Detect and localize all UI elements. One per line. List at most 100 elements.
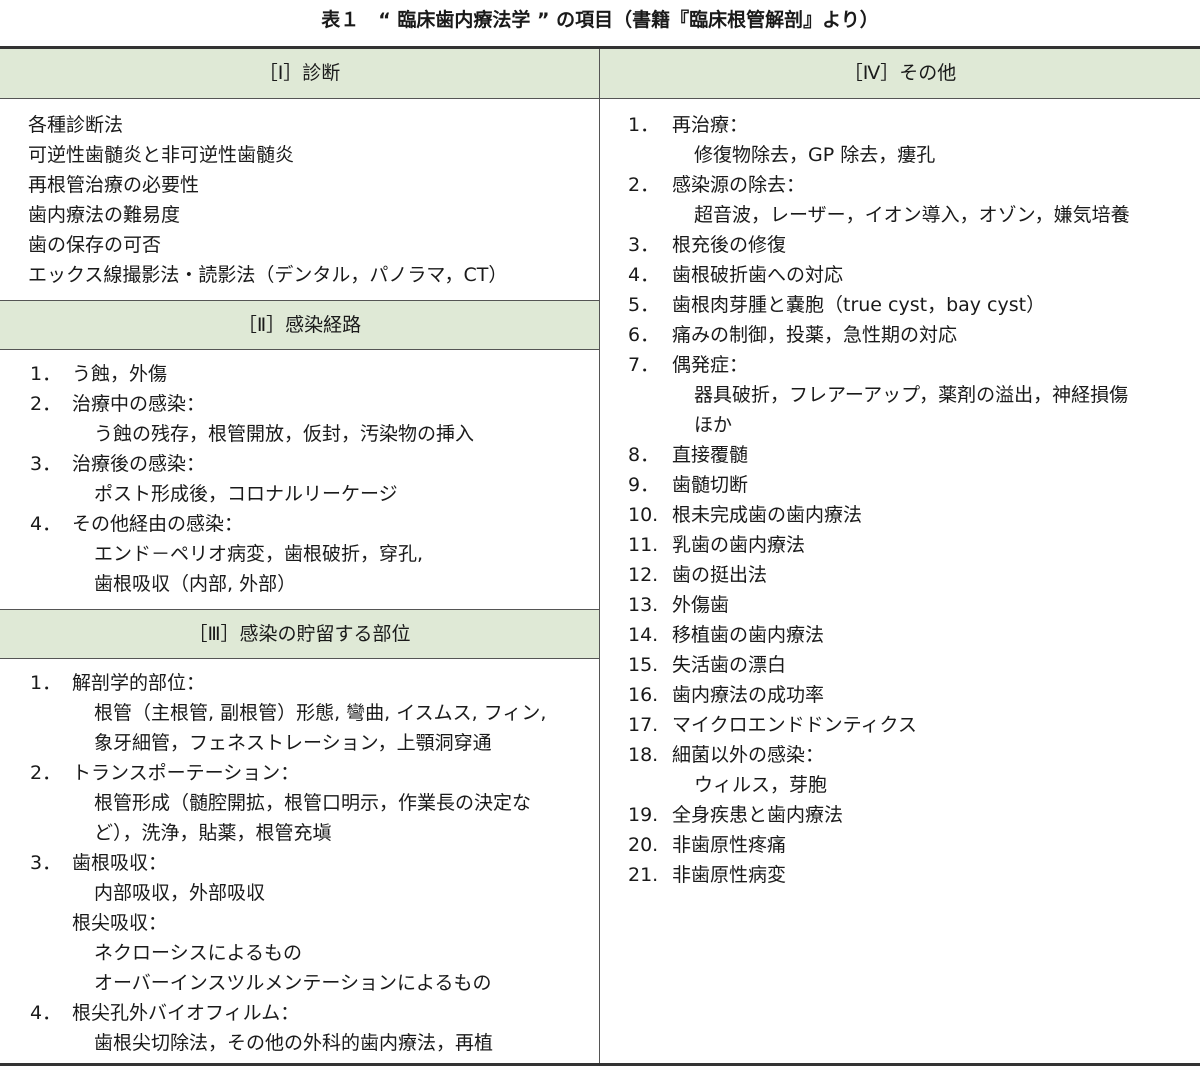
item-number: 7． (628, 354, 660, 376)
section-header-infection-site: ［Ⅲ］感染の貯留する部位 (0, 609, 599, 659)
sub-item: ど），洗浄，貼薬，根管充塡 (94, 822, 332, 844)
section-body-other: 1． 再治療： 修復物除去，GP 除去，瘻孔 2． 感染源の除去： 超音波，レーザー，イオ… (600, 110, 1200, 890)
list-item: 1． う蝕，外傷 (0, 359, 599, 389)
list-item: エックス線撮影法・読影法（デンタル，パノラマ，CT） (28, 264, 508, 286)
item-label: 治療後の感染： (72, 453, 206, 475)
list-item: 1． 解剖学的部位： (0, 668, 599, 698)
item-label: 直接覆髄 (672, 444, 749, 466)
section-body-infection-site: 1． 解剖学的部位： 根管（主根管, 副根管）形態, 彎曲, イスムス, フィン, 象… (0, 668, 599, 1058)
sub-item: 修復物除去，GP 除去，瘻孔 (694, 144, 936, 166)
sub-item: 根管形成（髄腔開拡，根管口明示，作業長の決定な (94, 792, 532, 814)
sub-item: 歯根尖切除法，その他の外科的歯内療法，再植 (94, 1032, 494, 1054)
list-item: 4． 根尖孔外バイオフィルム： (0, 998, 599, 1028)
item-label: う蝕，外傷 (72, 363, 168, 385)
item-number: 4． (30, 513, 62, 535)
list-item: 2． トランスポーテーション： (0, 758, 599, 788)
list-item: 2． 感染源の除去： (600, 170, 1200, 200)
list-item: 各種診断法 (28, 114, 124, 136)
list-item: 3． 歯根吸収： (0, 848, 599, 878)
list-item: 4． 歯根破折歯への対応 (600, 260, 1200, 290)
list-item: 16. 歯内療法の成功率 (600, 680, 1200, 710)
sub-item: 超音波，レーザー，イオン導入，オゾン，嫌気培養 (694, 204, 1130, 226)
sub-item: ネクローシスによるもの (94, 942, 303, 964)
list-item: 3． 根充後の修復 (600, 230, 1200, 260)
item-label: 痛みの制御，投薬，急性期の対応 (672, 324, 958, 346)
section-header-other: ［Ⅳ］その他 (600, 49, 1200, 99)
section-body-diagnosis: 各種診断法可逆性歯髄炎と非可逆性歯髄炎 再根管治療の必要性 歯内療法の難易度 歯の保存… (0, 110, 599, 290)
sub-item: 器具破折，フレアーアップ，薬剤の溢出，神経損傷 (694, 384, 1129, 406)
item-label: 解剖学的部位： (72, 672, 206, 694)
item-number: 12. (628, 564, 659, 586)
section-header-infection-route: ［Ⅱ］感染経路 (0, 300, 599, 350)
item-label: 歯内療法の成功率 (672, 684, 825, 706)
item-number: 4． (30, 1002, 62, 1024)
list-item: 14. 移植歯の歯内療法 (600, 620, 1200, 650)
list-item: 8． 直接覆髄 (600, 440, 1200, 470)
item-label: 移植歯の歯内療法 (672, 624, 825, 646)
item-number: 15. (628, 654, 659, 676)
item-number: 3． (30, 453, 62, 475)
list-item: 11. 乳歯の歯内療法 (600, 530, 1200, 560)
sub-item: 内部吸収，外部吸収 (94, 882, 266, 904)
item-label: 非歯原性病変 (672, 864, 787, 886)
item-number: 18. (628, 744, 659, 766)
sub-item: ポスト形成後，コロナルリーケージ (94, 483, 398, 505)
list-item: 17. マイクロエンドドンティクス (600, 710, 1200, 740)
list-item: 再根管治療の必要性 (28, 174, 200, 196)
item-number: 4． (628, 264, 660, 286)
list-item: 3． 治療後の感染： (0, 449, 599, 479)
item-number: 2． (628, 174, 660, 196)
sub-item: オーバーインスツルメンテーションによるもの (94, 972, 492, 994)
item-label: トランスポーテーション： (72, 762, 300, 784)
list-item: 1． 再治療： (600, 110, 1200, 140)
item-number: 19. (628, 804, 659, 826)
list-item: 歯の保存の可否 (28, 234, 162, 256)
item-number: 3． (628, 234, 660, 256)
list-item: 2． 治療中の感染： (0, 389, 599, 419)
list-item: 可逆性歯髄炎と非可逆性歯髄炎 (28, 144, 295, 166)
item-label: 乳歯の歯内療法 (672, 534, 806, 556)
item-label: 非歯原性疼痛 (672, 834, 787, 856)
list-item: 15. 失活歯の漂白 (600, 650, 1200, 680)
list-item: 12. 歯の挺出法 (600, 560, 1200, 590)
sub-item: 象牙細管，フェネストレーション，上顎洞穿通 (94, 732, 492, 754)
left-column: ［Ⅰ］診断 各種診断法可逆性歯髄炎と非可逆性歯髄炎 再根管治療の必要性 歯内療法の難… (0, 49, 600, 1063)
item-number: 1． (30, 672, 62, 694)
item-label: 根未完成歯の歯内療法 (672, 504, 863, 526)
sub-item: 歯根吸収（内部, 外部） (94, 573, 297, 595)
item-number: 20. (628, 834, 659, 856)
item-number: 9． (628, 474, 660, 496)
item-number: 13. (628, 594, 659, 616)
list-item: 19. 全身疾患と歯内療法 (600, 800, 1200, 830)
sub-item: エンド－ペリオ病変，歯根破折，穿孔, (94, 543, 424, 565)
item-label: 失活歯の漂白 (672, 654, 787, 676)
section-header-diagnosis: ［Ⅰ］診断 (0, 49, 599, 99)
item-number: 6． (628, 324, 660, 346)
sub-item: ウィルス，芽胞 (694, 774, 828, 796)
item-number: 10. (628, 504, 659, 526)
sub-item: 根管（主根管, 副根管）形態, 彎曲, イスムス, フィン, (94, 702, 547, 724)
item-number: 3． (30, 852, 62, 874)
item-label: 治療中の感染： (72, 393, 206, 415)
item-label: 外傷歯 (672, 594, 730, 616)
item-label: 歯根破折歯への対応 (672, 264, 844, 286)
list-item: 21. 非歯原性病変 (600, 860, 1200, 890)
item-label: マイクロエンドドンティクス (672, 714, 917, 736)
right-column: ［Ⅳ］その他 1． 再治療： 修復物除去，GP 除去，瘻孔 2． 感染源の除去： 超音波，… (600, 49, 1200, 1063)
item-label: 根尖吸収： (72, 912, 168, 934)
item-number: 2． (30, 762, 62, 784)
item-label: 根尖孔外バイオフィルム： (72, 1002, 300, 1024)
table-caption: 表１ “ 臨床歯内療法学 ” の項目（書籍『臨床根管解剖』より） (321, 9, 879, 31)
item-number: 21. (628, 864, 659, 886)
list-item: 6． 痛みの制御，投薬，急性期の対応 (600, 320, 1200, 350)
sub-item: ほか (694, 414, 733, 436)
item-number: 1． (628, 114, 660, 136)
item-number: 8． (628, 444, 660, 466)
list-item: 歯内療法の難易度 (28, 204, 181, 226)
section-body-infection-route: 1． う蝕，外傷 2． 治療中の感染： う蝕の残存，根管開放，仮封，汚染物の挿入 3． 治療… (0, 359, 599, 599)
item-label: 歯髄切断 (672, 474, 749, 496)
item-label: 歯根肉芽腫と嚢胞（true cyst，bay cyst） (672, 294, 1046, 316)
item-number: 17. (628, 714, 659, 736)
item-label: 細菌以外の感染： (672, 744, 825, 766)
item-number: 5． (628, 294, 660, 316)
